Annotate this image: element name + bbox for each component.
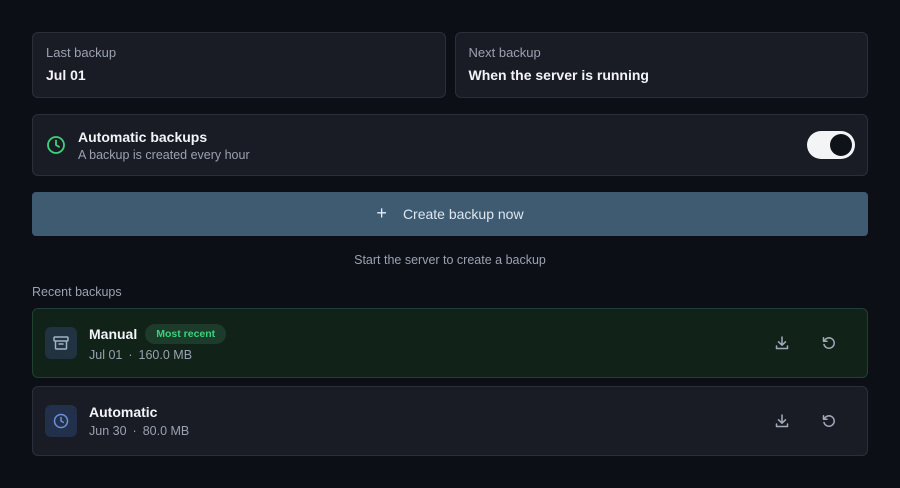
create-backup-hint: Start the server to create a backup <box>354 253 546 267</box>
backup-info: Manual Most recent Jul 01 · 160.0 MB <box>89 324 770 362</box>
automatic-backups-row: Automatic backups A backup is created ev… <box>32 114 868 176</box>
last-backup-value: Jul 01 <box>46 67 86 83</box>
last-backup-label: Last backup <box>46 45 117 60</box>
meta-separator: · <box>132 424 137 438</box>
download-icon[interactable] <box>770 409 794 433</box>
automatic-backups-subtitle: A backup is created every hour <box>78 147 250 162</box>
last-backup-card: Last backup Jul 01 <box>32 32 446 98</box>
automatic-backups-title: Automatic backups <box>78 128 208 145</box>
backup-summary: Last backup Jul 01 Next backup When the … <box>32 32 868 98</box>
backup-name: Automatic <box>89 404 158 420</box>
recent-backups-title: Recent backups <box>32 285 122 299</box>
clock-icon <box>45 405 77 437</box>
backup-info: Automatic Jun 30 · 80.0 MB <box>89 404 770 438</box>
backup-meta: Jul 01 · 160.0 MB <box>89 348 770 362</box>
clock-icon <box>46 135 66 155</box>
backup-name: Manual <box>89 326 138 342</box>
backup-title-row: Manual Most recent <box>89 324 770 344</box>
create-backup-label: Create backup now <box>402 206 524 222</box>
backup-item: Automatic Jun 30 · 80.0 MB <box>32 386 868 456</box>
backup-date: Jun 30 <box>89 424 127 438</box>
toggle-knob <box>830 134 852 156</box>
backup-size: 80.0 MB <box>142 424 190 438</box>
next-backup-value: When the server is running <box>468 67 649 83</box>
backups-panel: Last backup Jul 01 Next backup When the … <box>32 32 868 456</box>
create-backup-button[interactable]: + Create backup now <box>32 192 868 236</box>
most-recent-badge: Most recent <box>145 324 227 344</box>
archive-icon <box>45 327 77 359</box>
plus-icon: + <box>376 202 387 223</box>
automatic-backups-toggle[interactable] <box>807 131 855 159</box>
backup-title-row: Automatic <box>89 404 770 420</box>
backup-meta: Jun 30 · 80.0 MB <box>89 424 770 438</box>
meta-separator: · <box>128 348 133 362</box>
next-backup-card: Next backup When the server is running <box>454 32 868 98</box>
backup-date: Jul 01 <box>89 348 123 362</box>
restore-icon[interactable] <box>817 409 841 433</box>
restore-icon[interactable] <box>817 331 841 355</box>
next-backup-label: Next backup <box>468 45 541 60</box>
backup-actions <box>770 331 841 355</box>
backup-size: 160.0 MB <box>138 348 193 362</box>
automatic-backups-text: Automatic backups A backup is created ev… <box>78 129 807 162</box>
download-icon[interactable] <box>770 331 794 355</box>
backup-item: Manual Most recent Jul 01 · 160.0 MB <box>32 308 868 378</box>
backup-actions <box>770 409 841 433</box>
